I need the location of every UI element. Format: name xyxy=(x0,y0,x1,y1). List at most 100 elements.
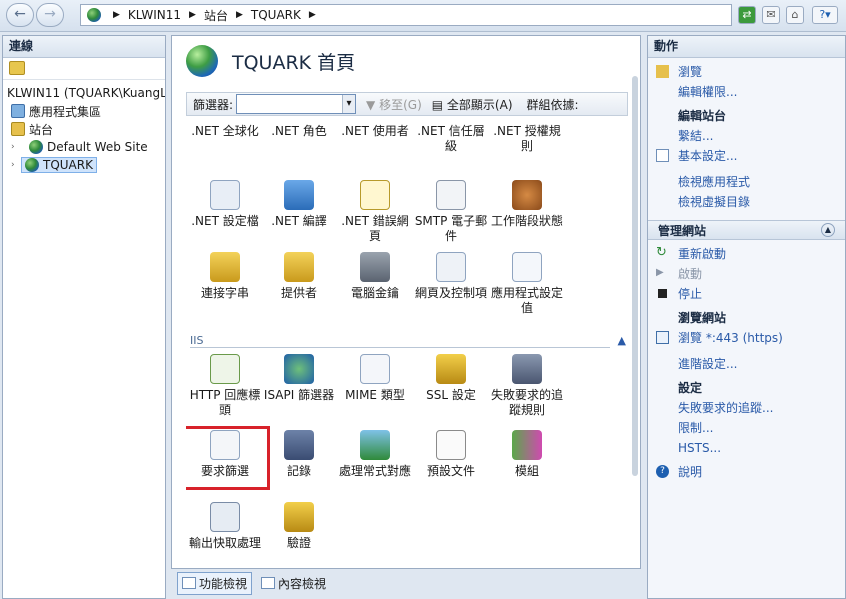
tree-item-tquark[interactable]: › TQUARK xyxy=(7,156,165,174)
action-browse-https[interactable]: 瀏覽 *:443 (https) xyxy=(648,328,845,348)
tab-content-view[interactable]: 內容檢視 xyxy=(256,572,331,595)
connections-title: 連線 xyxy=(3,36,165,58)
feature-machine-key[interactable]: 電腦金鑰 xyxy=(336,252,414,301)
feature-smtp-email[interactable]: SMTP 電子郵件 xyxy=(412,180,490,244)
section-iis[interactable]: IIS ▲ xyxy=(190,334,626,348)
breadcrumb-server[interactable]: KLWIN11 xyxy=(128,8,181,22)
address-bar[interactable]: ▶ KLWIN11 ▶ 站台 ▶ TQUARK ▶ xyxy=(80,4,732,26)
breadcrumb-sites[interactable]: 站台 xyxy=(204,7,228,24)
tree-item-server[interactable]: KLWIN11 (TQUARK\KuangL xyxy=(7,84,165,102)
globe-icon xyxy=(25,158,39,172)
tree-item-tquark-selected[interactable]: TQUARK xyxy=(21,157,97,173)
action-bindings[interactable]: 繫結... xyxy=(648,126,845,146)
feature-net-roles[interactable]: .NET 角色 xyxy=(260,124,338,139)
group-by-label[interactable]: 群組依據: xyxy=(527,96,579,113)
email-icon xyxy=(436,180,466,210)
feature-handler-mappings[interactable]: 處理常式對應 xyxy=(336,430,414,479)
feature-failed-request-tracing[interactable]: 失敗要求的追蹤規則 xyxy=(488,354,566,418)
chevron-right-icon: ▶ xyxy=(308,10,316,20)
action-view-applications[interactable]: 檢視應用程式 xyxy=(648,172,845,192)
action-stop[interactable]: 停止 xyxy=(648,284,845,304)
scrollbar[interactable] xyxy=(632,76,638,476)
feature-output-caching[interactable]: 輸出快取處理 xyxy=(186,502,264,551)
chevron-right-icon[interactable]: › xyxy=(11,160,21,170)
restart-icon: ↻ xyxy=(656,245,667,260)
chevron-right-icon[interactable]: › xyxy=(11,142,21,152)
feature-default-document[interactable]: 預設文件 xyxy=(412,430,490,479)
feature-mime-types[interactable]: MIME 類型 xyxy=(336,354,414,403)
feature-pages-controls[interactable]: 網頁及控制項 xyxy=(412,252,490,301)
chevron-up-icon[interactable]: ▲ xyxy=(821,223,835,237)
filter-label: 篩選器: xyxy=(193,97,234,112)
tree-item-sites[interactable]: 站台 xyxy=(7,120,165,138)
forward-button[interactable]: → xyxy=(36,3,64,27)
error-page-icon xyxy=(360,180,390,210)
manage-site-header[interactable]: 管理網站 ▲ xyxy=(648,220,845,240)
show-all-button[interactable]: ▤ 全部顯示(A) xyxy=(432,96,513,113)
globe-icon xyxy=(29,140,43,154)
address-bar-area: ← → ▶ KLWIN11 ▶ 站台 ▶ TQUARK ▶ ⇄ ✉ ⌂ ?▾ xyxy=(0,0,846,32)
feature-ssl-settings[interactable]: SSL 設定 xyxy=(412,354,490,403)
action-explore[interactable]: 瀏覽 xyxy=(648,62,845,82)
feature-connection-strings[interactable]: 連接字串 xyxy=(186,252,264,301)
feature-logging[interactable]: 記錄 xyxy=(260,430,338,479)
feature-net-profile[interactable]: .NET 設定檔 xyxy=(186,180,264,229)
feature-app-settings[interactable]: 應用程式設定值 xyxy=(488,252,566,316)
action-advanced-settings[interactable]: 進階設定... xyxy=(648,354,845,374)
action-edit-permissions[interactable]: 編輯權限... xyxy=(648,82,845,102)
tree-item-default-site[interactable]: › Default Web Site xyxy=(7,138,165,156)
handler-icon xyxy=(360,430,390,460)
go-button[interactable]: ▼ 移至(G) xyxy=(366,96,422,113)
feature-net-compilation[interactable]: .NET 編譯 xyxy=(260,180,338,229)
back-button[interactable]: ← xyxy=(6,3,34,27)
chevron-right-icon: ▶ xyxy=(113,10,120,20)
action-help[interactable]: ? 說明 xyxy=(648,462,845,482)
feature-session-state[interactable]: 工作階段狀態 xyxy=(488,180,566,229)
home-icon[interactable]: ⌂ xyxy=(786,6,804,24)
filter-input[interactable] xyxy=(236,94,357,114)
action-start[interactable]: ▶ 啟動 xyxy=(648,264,845,284)
action-view-virtual-dirs[interactable]: 檢視虛擬目錄 xyxy=(648,192,845,212)
feature-modules[interactable]: 模組 xyxy=(488,430,566,479)
refresh-icon[interactable]: ⇄ xyxy=(738,6,756,24)
feature-providers[interactable]: 提供者 xyxy=(260,252,338,301)
feature-http-response-headers[interactable]: HTTP 回應標頭 xyxy=(186,354,264,418)
mail-icon[interactable]: ✉ xyxy=(762,6,780,24)
chevron-right-icon: ▶ xyxy=(189,10,196,20)
document-icon xyxy=(436,430,466,460)
folder-icon xyxy=(11,122,25,136)
providers-icon xyxy=(284,252,314,282)
auth-lock-icon xyxy=(284,502,314,532)
profile-icon xyxy=(210,180,240,210)
key-icon xyxy=(360,252,390,282)
tab-features-view[interactable]: 功能檢視 xyxy=(177,571,253,595)
feature-net-globalization[interactable]: .NET 全球化 xyxy=(186,124,264,139)
action-basic-settings[interactable]: 基本設定... xyxy=(648,146,845,166)
feature-authentication[interactable]: 驗證 xyxy=(260,502,338,551)
help-icon: ? xyxy=(656,465,669,478)
actions-pane: 動作 瀏覽 編輯權限... 編輯站台 繫結... 基本設定... 檢視應用程式 … xyxy=(647,35,846,599)
pages-icon xyxy=(436,252,466,282)
feature-net-error-pages[interactable]: .NET 錯誤網頁 xyxy=(336,180,414,244)
feature-net-trust-levels[interactable]: .NET 信任層級 xyxy=(412,124,490,154)
action-limits[interactable]: 限制... xyxy=(648,418,845,438)
feature-net-users[interactable]: .NET 使用者 xyxy=(336,124,414,139)
feature-isapi-filters[interactable]: ISAPI 篩選器 xyxy=(260,354,338,403)
features-pane: TQUARK 首頁 篩選器: ▼ 移至(G) ▤ 全部顯示(A) 群組依據: .… xyxy=(171,35,641,569)
help-icon[interactable]: ?▾ xyxy=(812,6,838,24)
action-hsts[interactable]: HSTS... xyxy=(648,438,845,458)
breadcrumb-site[interactable]: TQUARK xyxy=(251,8,301,22)
feature-net-authorization[interactable]: .NET 授權規則 xyxy=(488,124,566,154)
action-failed-request-tracing[interactable]: 失敗要求的追蹤... xyxy=(648,398,845,418)
site-globe-icon xyxy=(186,45,218,77)
page-header: TQUARK 首頁 xyxy=(172,36,640,86)
features-view-icon xyxy=(182,577,196,589)
collapse-icon[interactable]: ▲ xyxy=(618,334,626,347)
settings-icon xyxy=(656,149,669,162)
settings-heading: 設定 xyxy=(678,381,703,395)
new-connection-icon[interactable] xyxy=(9,61,25,75)
tree-item-app-pools[interactable]: 應用程式集區 xyxy=(7,102,165,120)
lock-icon xyxy=(436,354,466,384)
highlight-box xyxy=(186,426,270,490)
action-restart[interactable]: ↻ 重新啟動 xyxy=(648,244,845,264)
